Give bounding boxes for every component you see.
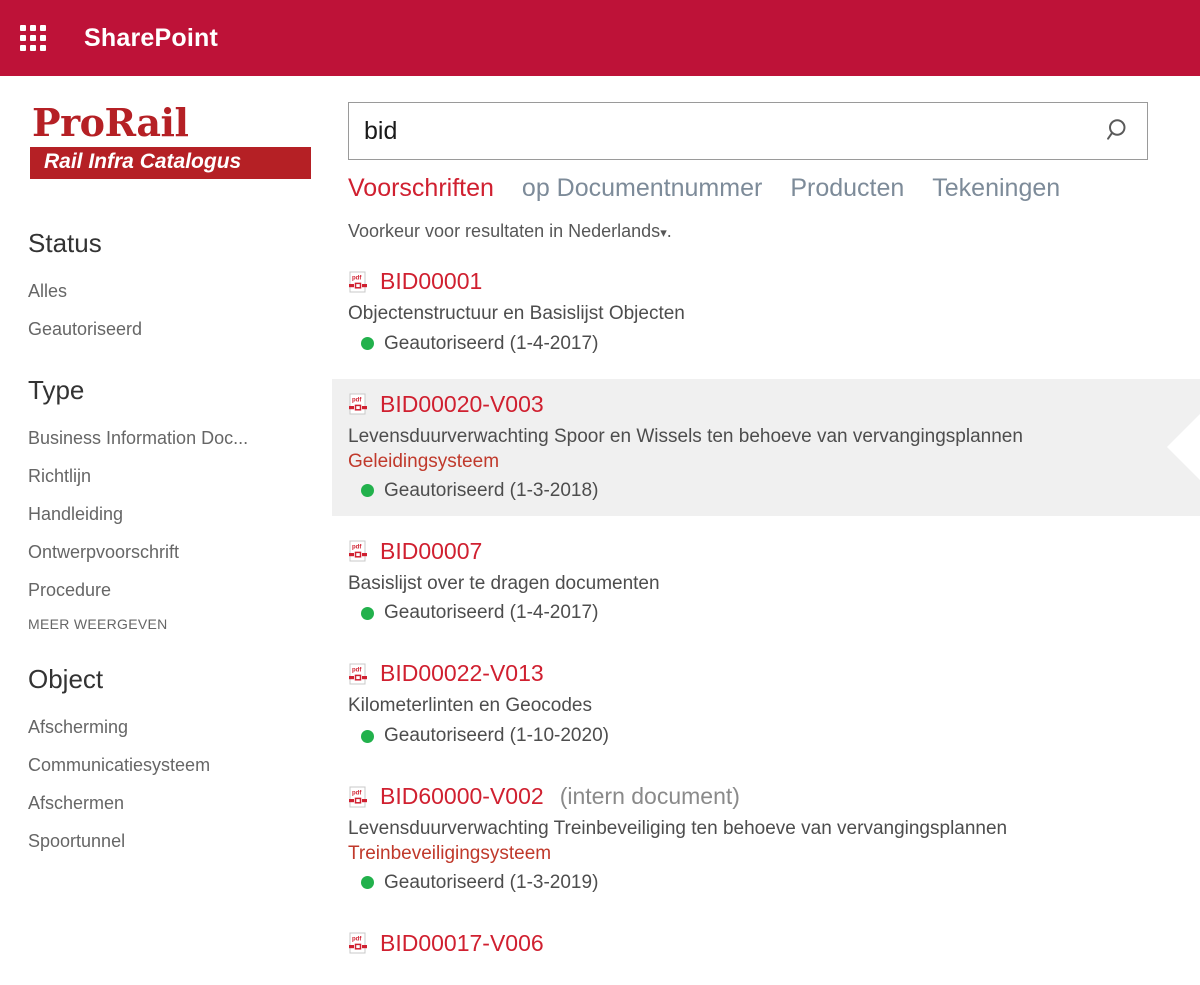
facet-heading: Type bbox=[28, 375, 85, 405]
facet-heading: Object bbox=[28, 664, 104, 694]
pdf-file-icon: pdf bbox=[349, 786, 367, 807]
result-status-text: Geautoriseerd (1-3-2018) bbox=[384, 479, 599, 501]
facet-item-geautoriseerd[interactable]: Geautoriseerd bbox=[0, 311, 332, 349]
tab-op-documentnummer[interactable]: op Documentnummer bbox=[522, 174, 762, 203]
result-title-line: pdf BID60000-V002 (intern document) bbox=[348, 783, 1200, 810]
result-item[interactable]: pdf BID60000-V002 (intern document) Leve… bbox=[332, 771, 1200, 908]
facet-item-alles[interactable]: Alles bbox=[0, 273, 332, 311]
result-status-text: Geautoriseerd (1-10-2020) bbox=[384, 725, 609, 746]
search-box[interactable] bbox=[348, 102, 1148, 160]
svg-text:pdf: pdf bbox=[352, 398, 362, 404]
facet-item-afscherming[interactable]: Afscherming bbox=[0, 709, 332, 747]
result-item[interactable]: pdf BID00017-V006 bbox=[332, 918, 1200, 971]
svg-text:pdf: pdf bbox=[352, 275, 362, 281]
facet-show-more-type[interactable]: MEER WEERGEVEN bbox=[0, 610, 332, 638]
app-launcher-waffle-icon[interactable] bbox=[18, 23, 48, 53]
facet-group-object: Object Afscherming Communicatiesysteem A… bbox=[0, 664, 332, 861]
logo-wordmark: ProRail bbox=[32, 100, 189, 145]
left-rail: ProRail Rail Infra Catalogus Status Alle… bbox=[0, 76, 332, 985]
result-title-line: pdf BID00001 bbox=[348, 268, 1200, 295]
pdf-file-icon: pdf bbox=[349, 393, 367, 415]
result-item[interactable]: pdf BID00022-V013 Kilometerlinten en Geo… bbox=[332, 648, 1200, 761]
result-title[interactable]: BID00007 bbox=[380, 538, 482, 565]
result-description: Levensduurverwachting Treinbeveiliging t… bbox=[348, 818, 1008, 839]
language-preference-note: Voorkeur voor resultaten in Nederlands▾. bbox=[332, 203, 1200, 242]
search-input[interactable] bbox=[349, 105, 1147, 157]
page-root: SharePoint ProRail Rail Infra Catalogus … bbox=[0, 0, 1200, 985]
result-title-line: pdf BID00020-V003 bbox=[348, 391, 1200, 418]
search-icon[interactable] bbox=[1105, 117, 1133, 145]
result-title-line: pdf BID00007 bbox=[348, 538, 1200, 565]
pdf-file-icon: pdf bbox=[349, 540, 367, 562]
tab-tekeningen[interactable]: Tekeningen bbox=[932, 174, 1060, 203]
svg-text:pdf: pdf bbox=[352, 545, 362, 551]
result-title[interactable]: BID00022-V013 bbox=[380, 660, 544, 687]
result-status-text: Geautoriseerd (1-4-2017) bbox=[384, 602, 599, 624]
prorail-logo[interactable]: ProRail Rail Infra Catalogus bbox=[30, 104, 315, 179]
result-status: Geautoriseerd (1-3-2019) bbox=[348, 872, 1200, 894]
facet-group-type: Type Business Information Doc... Richtli… bbox=[0, 375, 332, 638]
status-dot-icon bbox=[361, 729, 374, 743]
language-note-period: . bbox=[666, 221, 672, 241]
tab-voorschriften[interactable]: Voorschriften bbox=[348, 174, 494, 203]
result-tag[interactable]: Treinbeveiligingsysteem bbox=[348, 843, 1200, 865]
result-title-line: pdf BID00022-V013 bbox=[348, 660, 1200, 687]
suite-title[interactable]: SharePoint bbox=[84, 24, 218, 53]
facet-item-communicatiesysteem[interactable]: Communicatiesysteem bbox=[0, 747, 332, 785]
suite-header: SharePoint bbox=[0, 0, 1200, 76]
result-item-selected[interactable]: pdf BID00020-V003 Levensduurverwachting … bbox=[332, 378, 1200, 516]
svg-text:pdf: pdf bbox=[352, 667, 362, 673]
facet-item-business-information-doc[interactable]: Business Information Doc... bbox=[0, 420, 332, 458]
pdf-file-icon: pdf bbox=[349, 663, 367, 685]
tab-producten[interactable]: Producten bbox=[790, 174, 904, 203]
facet-item-procedure[interactable]: Procedure bbox=[0, 572, 332, 610]
pdf-file-icon: pdf bbox=[349, 271, 367, 292]
facet-item-afschermen[interactable]: Afschermen bbox=[0, 785, 332, 823]
facet-item-ontwerpvoorschrift[interactable]: Ontwerpvoorschrift bbox=[0, 534, 332, 572]
result-description: Levensduurverwachting Spoor en Wissels t… bbox=[348, 425, 1023, 447]
result-title[interactable]: BID00001 bbox=[380, 268, 482, 295]
result-status: Geautoriseerd (1-4-2017) bbox=[348, 333, 1200, 355]
svg-text:pdf: pdf bbox=[352, 790, 362, 796]
search-row bbox=[332, 76, 1200, 160]
result-title-suffix: (intern document) bbox=[559, 783, 740, 809]
result-item[interactable]: pdf BID00001 Objectenstructuur en Basisl… bbox=[332, 256, 1200, 369]
result-description: Objectenstructuur en Basislijst Objecten bbox=[348, 303, 685, 324]
result-status: Geautoriseerd (1-4-2017) bbox=[348, 602, 1200, 624]
results-list: pdf BID00001 Objectenstructuur en Basisl… bbox=[332, 256, 1200, 971]
result-title[interactable]: BID60000-V002 bbox=[380, 783, 544, 810]
status-dot-icon bbox=[361, 606, 374, 620]
result-status: Geautoriseerd (1-10-2020) bbox=[348, 725, 1200, 747]
result-title[interactable]: BID00017-V006 bbox=[380, 930, 544, 957]
logo-tagline: Rail Infra Catalogus bbox=[30, 147, 311, 179]
result-item[interactable]: pdf BID00007 Basislijst over te dragen d… bbox=[332, 526, 1200, 639]
result-type-tabs: Voorschriften op Documentnummer Producte… bbox=[332, 160, 1200, 203]
result-tag[interactable]: Geleidingsysteem bbox=[348, 451, 1200, 473]
language-note-text: Voorkeur voor resultaten in Nederlands bbox=[348, 221, 661, 241]
result-description: Basislijst over te dragen documenten bbox=[348, 572, 660, 594]
result-status: Geautoriseerd (1-3-2018) bbox=[348, 480, 1200, 502]
svg-text:pdf: pdf bbox=[352, 937, 362, 943]
status-dot-icon bbox=[361, 337, 374, 351]
result-title-line: pdf BID00017-V006 bbox=[348, 930, 1200, 957]
facet-item-handleiding[interactable]: Handleiding bbox=[0, 496, 332, 534]
facet-heading: Status bbox=[28, 228, 102, 258]
facet-panel: Status Alles Geautoriseerd Type Business… bbox=[0, 228, 332, 887]
result-description: Kilometerlinten en Geocodes bbox=[348, 695, 592, 717]
pdf-file-icon: pdf bbox=[349, 932, 367, 954]
result-status-text: Geautoriseerd (1-4-2017) bbox=[384, 332, 599, 354]
status-dot-icon bbox=[361, 484, 374, 497]
result-title[interactable]: BID00020-V003 bbox=[380, 391, 544, 418]
search-results-column: Voorschriften op Documentnummer Producte… bbox=[332, 76, 1200, 985]
facet-group-status: Status Alles Geautoriseerd bbox=[0, 228, 332, 349]
result-status-text: Geautoriseerd (1-3-2019) bbox=[384, 871, 599, 893]
facet-item-spoortunnel[interactable]: Spoortunnel bbox=[0, 823, 332, 861]
facet-item-richtlijn[interactable]: Richtlijn bbox=[0, 458, 332, 496]
status-dot-icon bbox=[361, 876, 374, 890]
selection-pointer-icon bbox=[1167, 413, 1200, 482]
